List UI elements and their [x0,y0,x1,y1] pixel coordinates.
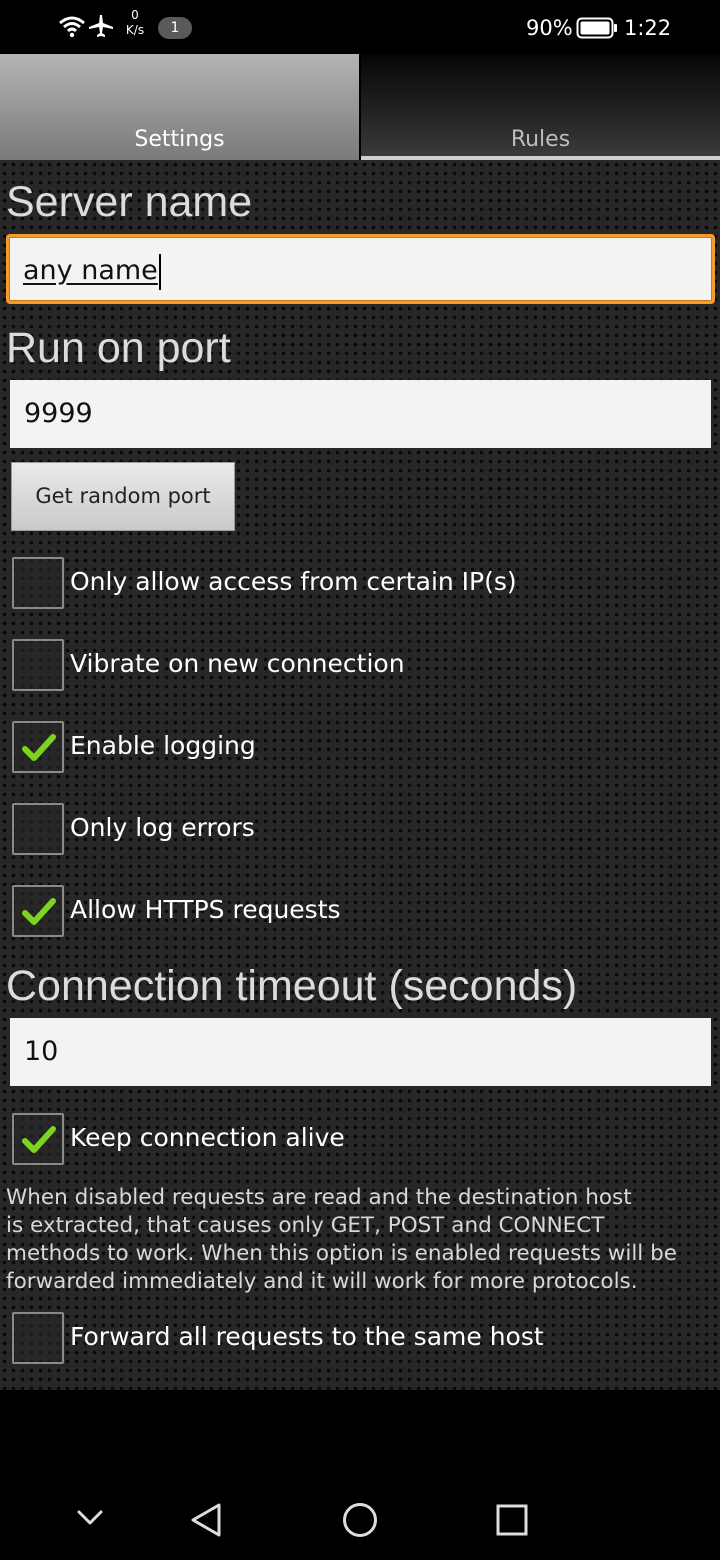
back-icon[interactable] [189,1502,223,1538]
keep-alive-description: When disabled requests are read and the … [6,1185,677,1294]
checkbox-label: Only log errors [70,813,255,842]
checkmark-icon [22,734,56,761]
text-caret [158,253,161,290]
tab-rules[interactable]: Rules [361,54,720,160]
option-vibrate[interactable]: Vibrate on new connection [0,639,720,695]
clock: 1:22 [624,16,672,40]
checkbox-label: Enable logging [70,731,256,760]
battery-percent: 90% [526,16,573,40]
checkbox[interactable] [12,1113,64,1165]
checkbox[interactable] [12,557,64,609]
network-speed: 0 K/s [125,8,145,37]
option-keep-alive[interactable]: Keep connection alive [0,1113,720,1169]
checkbox-label: Keep connection alive [70,1123,345,1152]
server-name-title: Server name [6,178,253,226]
battery-icon [576,17,617,39]
port-input[interactable]: 9999 [10,380,711,448]
home-icon[interactable] [342,1502,378,1538]
checkbox-label: Vibrate on new connection [70,649,405,678]
checkmark-icon [22,898,56,925]
airplane-mode-icon [89,15,113,37]
option-only-log-errors[interactable]: Only log errors [0,803,720,859]
option-enable-logging[interactable]: Enable logging [0,721,720,777]
notification-count-badge: 1 [158,17,192,39]
option-ip-restriction[interactable]: Only allow access from certain IP(s) [0,557,720,613]
server-name-value: any name [23,255,158,286]
tab-settings-label: Settings [134,127,225,152]
option-forward-all[interactable]: Forward all requests to the same host [0,1312,720,1368]
chevron-down-icon[interactable] [76,1508,104,1528]
timeout-input[interactable]: 10 [10,1018,711,1086]
checkbox[interactable] [12,1312,64,1364]
wifi-icon [59,16,85,38]
checkbox-label: Allow HTTPS requests [70,895,341,924]
checkbox[interactable] [12,721,64,773]
navigation-bar [0,1390,720,1560]
status-bar: 0 K/s 1 90% 1:22 [0,0,720,54]
tab-bar: Settings Rules [0,54,720,160]
checkbox-label: Only allow access from certain IP(s) [70,567,517,596]
port-title: Run on port [6,324,231,372]
settings-panel: Server name any name Run on port 9999 Ge… [0,160,720,1390]
checkmark-icon [22,1126,56,1153]
checkbox[interactable] [12,803,64,855]
timeout-value: 10 [24,1036,59,1067]
server-name-input[interactable]: any name [6,234,715,304]
checkbox-label: Forward all requests to the same host [70,1322,544,1351]
port-value: 9999 [24,398,93,429]
checkbox[interactable] [12,885,64,937]
tab-rules-label: Rules [510,127,571,152]
get-random-port-button[interactable]: Get random port [11,462,235,531]
option-allow-https[interactable]: Allow HTTPS requests [0,885,720,941]
timeout-title: Connection timeout (seconds) [6,962,578,1010]
recents-icon[interactable] [496,1504,528,1536]
tab-settings[interactable]: Settings [0,54,359,160]
checkbox[interactable] [12,639,64,691]
